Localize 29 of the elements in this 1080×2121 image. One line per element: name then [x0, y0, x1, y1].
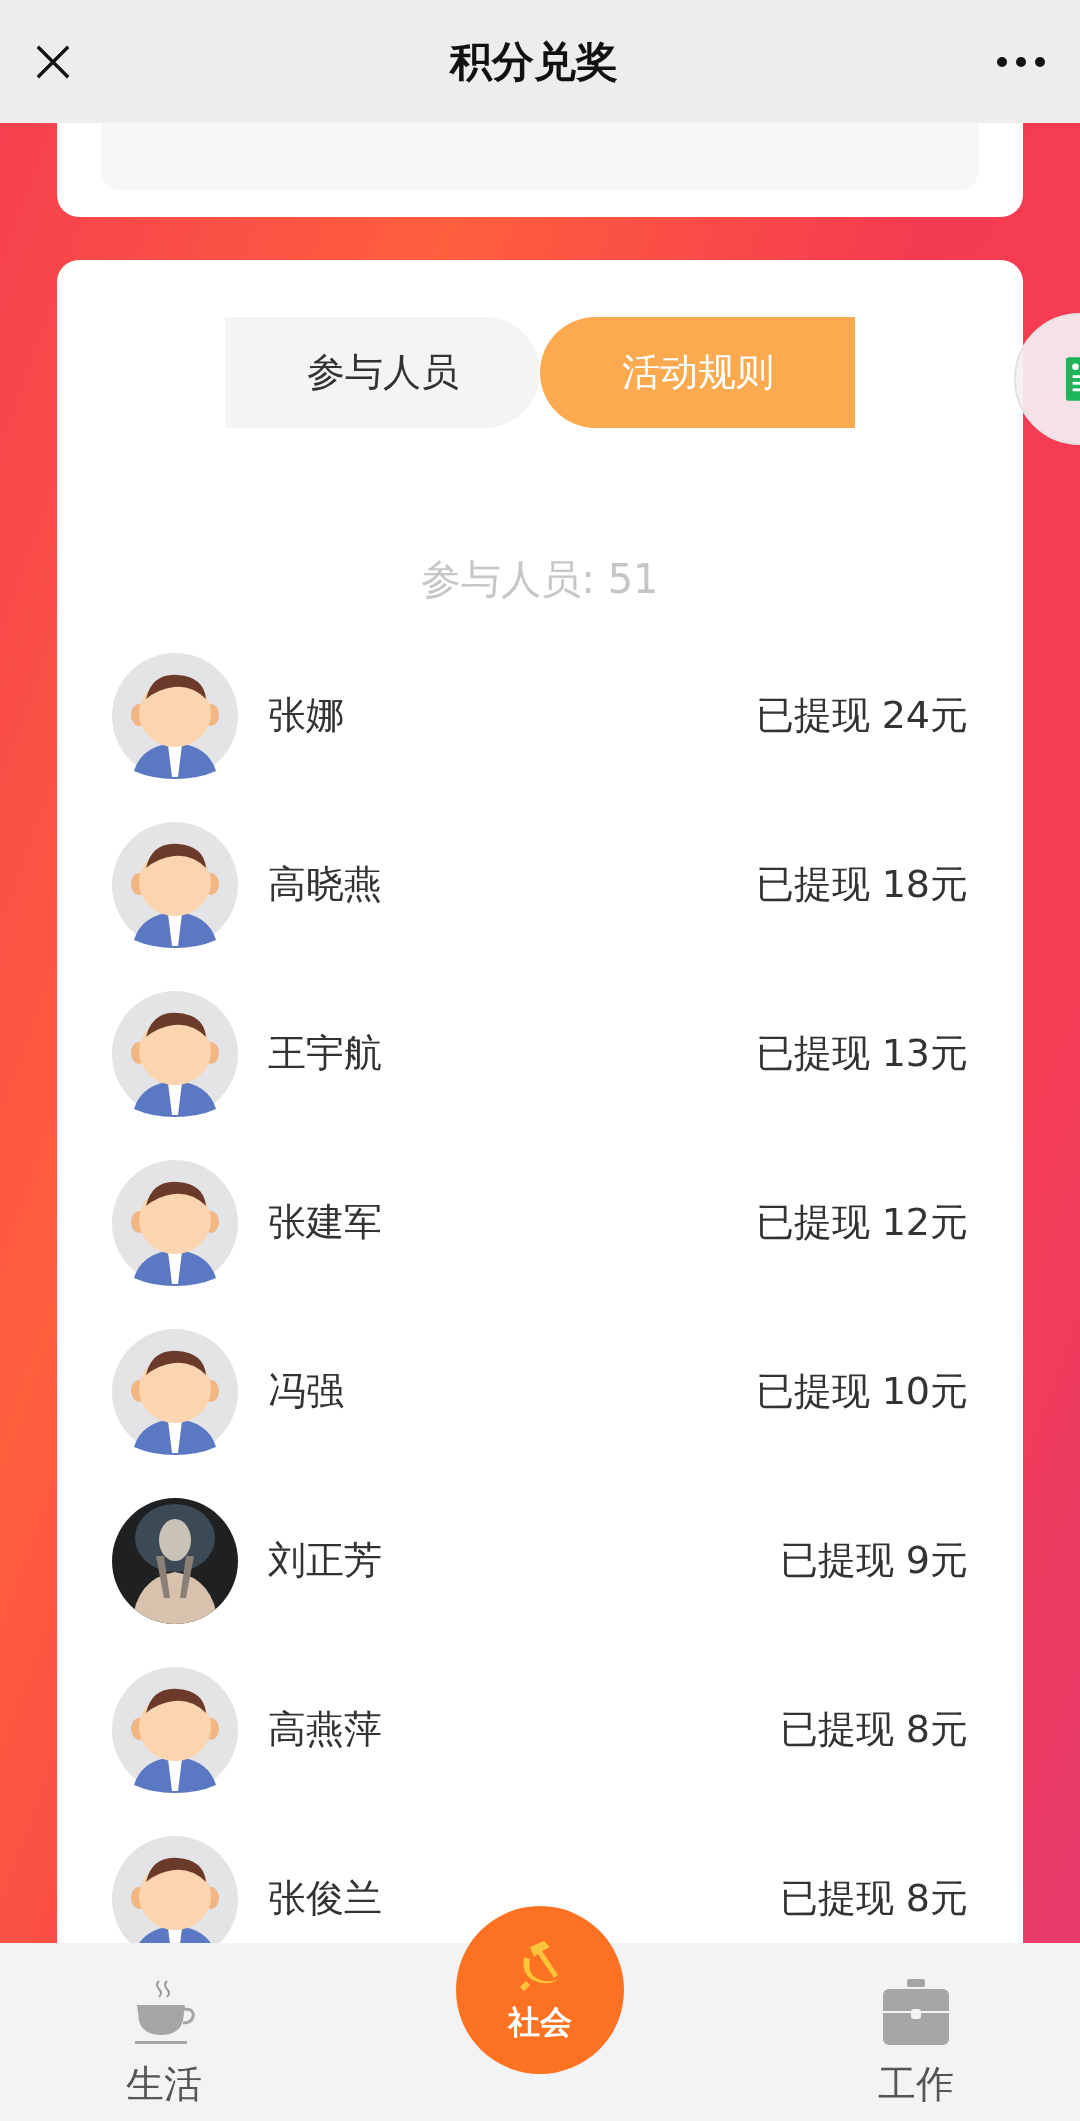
tab[interactable]: 参与人员 [225, 317, 540, 428]
participant-name: 冯强 [268, 1368, 345, 1415]
participant-count: 参与人员: 51 [420, 555, 660, 604]
withdrawn-amount: 已提现 12元 [755, 1199, 968, 1246]
withdrawn-amount: 已提现 13元 [755, 1030, 968, 1077]
avatar-icon [112, 1159, 238, 1286]
more-icon[interactable] [996, 55, 1046, 68]
avatar-icon [112, 990, 238, 1117]
withdrawn-amount: 已提现 18元 [755, 861, 968, 908]
withdrawn-amount: 已提现 8元 [779, 1706, 968, 1753]
participant-name: 高燕萍 [268, 1706, 383, 1753]
withdrawn-amount: 已提现 8元 [779, 1875, 968, 1922]
withdrawn-amount: 已提现 9元 [779, 1537, 968, 1584]
participant-name: 高晓燕 [268, 861, 383, 908]
nav-tab[interactable]: 工作 [872, 1976, 960, 2111]
participant-name: 张俊兰 [268, 1875, 383, 1922]
participant-name: 刘正芳 [268, 1537, 383, 1584]
nav-tab[interactable]: 生活 [120, 1976, 208, 2111]
avatar-icon [112, 1666, 238, 1793]
withdrawn-amount: 已提现 24元 [755, 692, 968, 739]
participant-name: 张建军 [268, 1199, 383, 1246]
participant-name: 王宇航 [268, 1030, 383, 1077]
withdrawn-amount: 已提现 10元 [755, 1368, 968, 1415]
page-title: 积分兑奖 [450, 35, 618, 88]
avatar-icon [112, 652, 238, 779]
avatar-icon [112, 821, 238, 948]
briefcase-icon [881, 1977, 951, 2047]
participant-name: 张娜 [268, 692, 345, 739]
avatar-icon [112, 1328, 238, 1455]
